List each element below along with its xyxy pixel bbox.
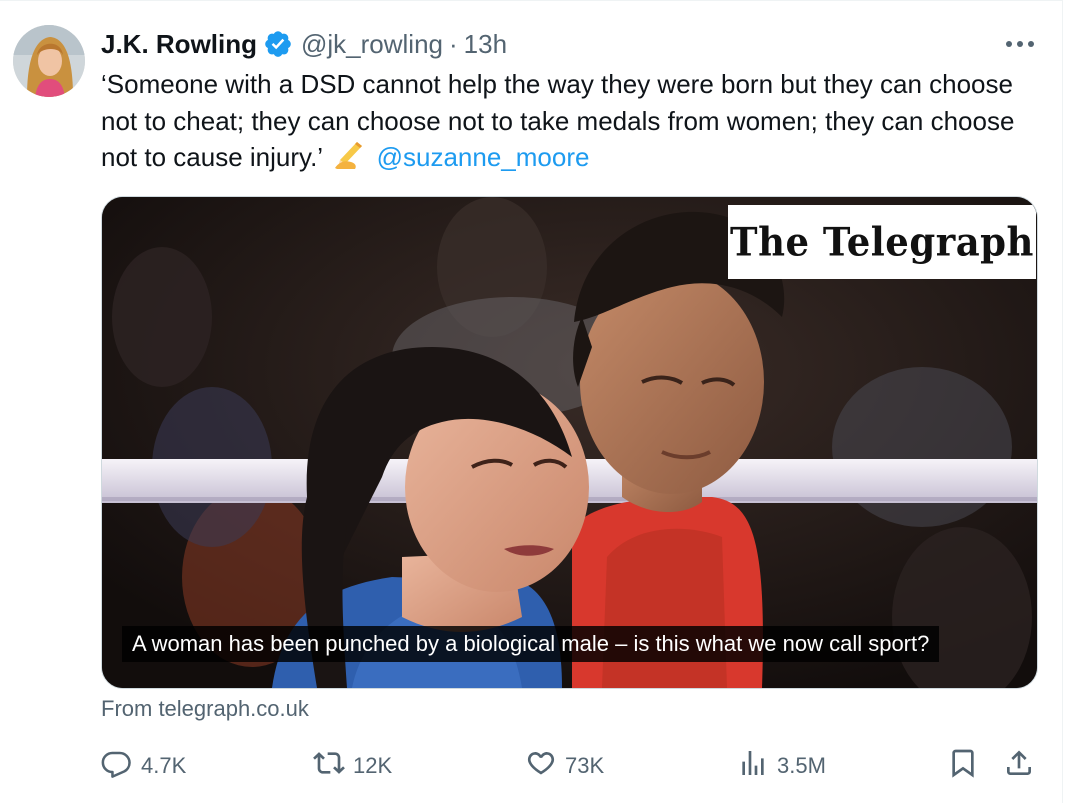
tweet-timestamp[interactable]: 13h — [464, 29, 507, 60]
writing-hand-emoji — [333, 140, 365, 170]
tweet-actions: 4.7K 12K 73K 3.5M — [101, 744, 1041, 788]
reply-button[interactable]: 4.7K — [101, 744, 186, 788]
more-icon[interactable] — [1000, 30, 1040, 58]
view-count: 3.5M — [777, 753, 826, 778]
author-name[interactable]: J.K. Rowling — [101, 29, 257, 60]
share-icon — [1003, 747, 1035, 785]
mention-link[interactable]: @suzanne_moore — [377, 142, 590, 172]
card-headline: A woman has been punched by a biological… — [122, 626, 940, 662]
tweet-header: J.K. Rowling @jk_rowling · 13h — [101, 26, 507, 62]
avatar[interactable] — [13, 25, 85, 97]
like-button[interactable]: 73K — [525, 744, 604, 788]
bookmark-button[interactable] — [947, 744, 979, 788]
reply-count: 4.7K — [141, 753, 187, 778]
repost-button[interactable]: 12K — [313, 744, 392, 788]
like-count: 73K — [565, 753, 605, 778]
tweet-text: ‘Someone with a DSD cannot help the way … — [101, 66, 1051, 176]
share-button[interactable] — [1003, 744, 1035, 788]
views-button[interactable]: 3.5M — [737, 744, 826, 788]
bookmark-icon — [947, 747, 979, 785]
card-source-link[interactable]: From telegraph.co.uk — [101, 696, 309, 722]
verified-badge-icon — [263, 29, 293, 59]
views-icon — [737, 747, 769, 785]
publisher-logo: The Telegraph — [728, 205, 1036, 279]
publisher-logo-text: The Telegraph — [730, 218, 1034, 266]
heart-icon — [525, 747, 557, 785]
author-handle[interactable]: @jk_rowling — [301, 29, 443, 60]
separator-dot: · — [449, 28, 458, 59]
reply-icon — [101, 747, 133, 785]
column-divider — [1062, 0, 1063, 803]
top-divider — [0, 0, 1062, 1]
repost-icon — [313, 747, 345, 785]
link-card-media[interactable]: The Telegraph A woman has been punched b… — [101, 196, 1038, 689]
repost-count: 12K — [353, 753, 393, 778]
